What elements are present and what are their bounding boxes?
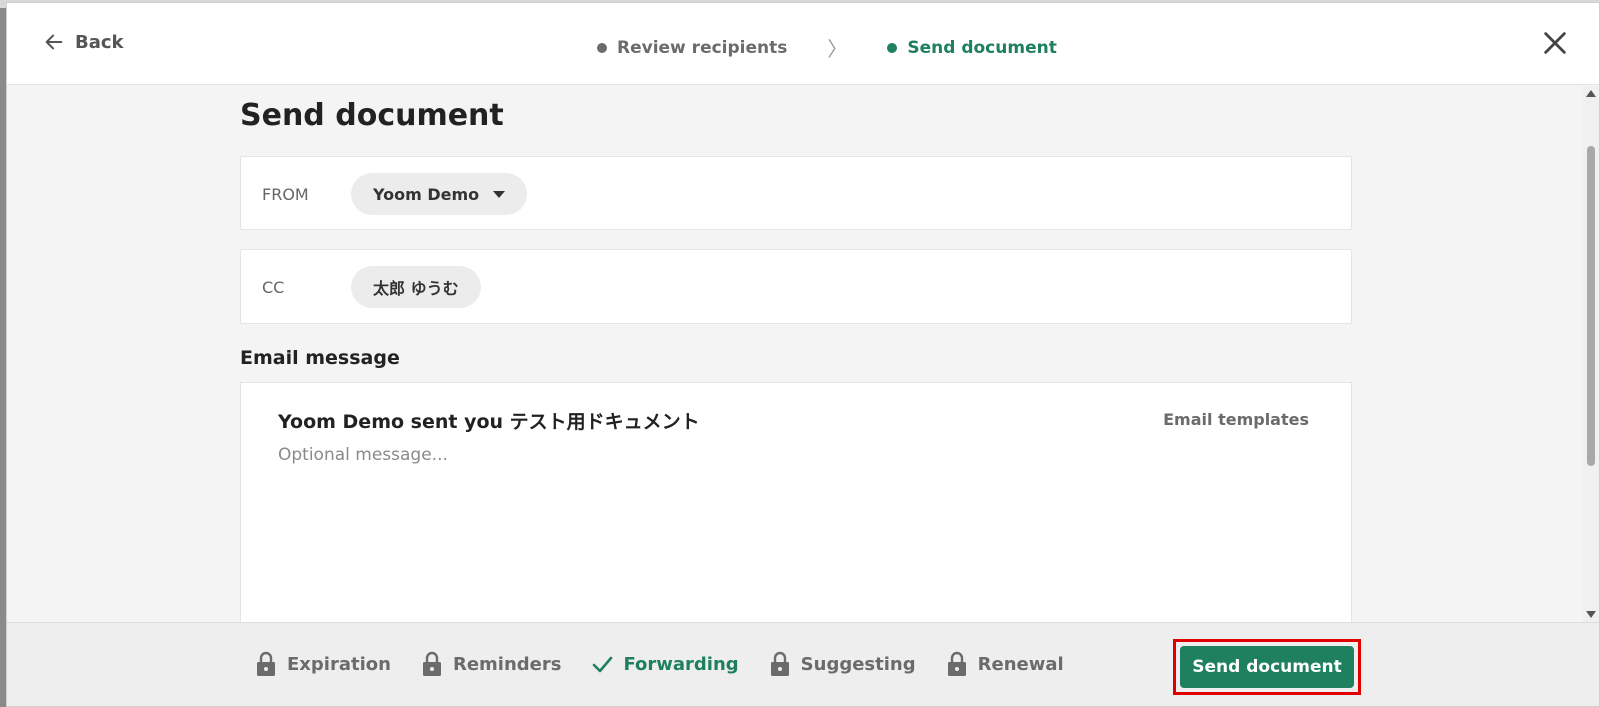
- cc-recipient-chip[interactable]: 太郎 ゆうむ: [351, 266, 481, 308]
- email-message-card: Yoom Demo sent you テスト用ドキュメント Email temp…: [240, 382, 1352, 642]
- cc-label: CC: [262, 278, 285, 297]
- option-reminders[interactable]: Reminders: [421, 651, 562, 677]
- email-templates-link[interactable]: Email templates: [1163, 410, 1309, 429]
- option-label: Reminders: [452, 653, 562, 675]
- step-label: Send document: [907, 37, 1057, 58]
- scroll-down-icon[interactable]: [1586, 611, 1596, 618]
- step-send-document[interactable]: Send document: [887, 37, 1057, 58]
- arrow-left-icon: [45, 34, 63, 50]
- option-label: Forwarding: [623, 653, 739, 675]
- option-renewal[interactable]: Renewal: [946, 651, 1064, 677]
- page-title: Send document: [240, 98, 504, 133]
- option-forwarding[interactable]: Forwarding: [591, 653, 739, 675]
- scroll-thumb[interactable]: [1587, 146, 1595, 466]
- lock-icon: [770, 651, 789, 676]
- email-subject: Yoom Demo sent you テスト用ドキュメント: [278, 411, 700, 433]
- send-button-highlight: Send document: [1173, 639, 1361, 695]
- step-dot-icon: [887, 42, 898, 53]
- option-label: Expiration: [287, 653, 391, 675]
- step-dot-icon: [597, 42, 607, 53]
- send-document-button[interactable]: Send document: [1180, 646, 1354, 688]
- cc-recipient-name: 太郎 ゆうむ: [373, 279, 459, 298]
- lock-icon: [257, 651, 275, 676]
- check-icon: [593, 656, 613, 673]
- close-icon[interactable]: [1541, 29, 1569, 57]
- from-label: FROM: [262, 185, 309, 204]
- document-options: Expiration Reminders Forwarding Suggesti…: [255, 651, 1064, 677]
- modal-header: Back Review recipients 〉 Send document: [7, 3, 1599, 85]
- step-review-recipients[interactable]: Review recipients: [597, 38, 787, 58]
- option-label: Suggesting: [800, 653, 916, 675]
- modal-content: Send document FROM Yoom Demo CC 太郎 ゆうむ E…: [7, 86, 1599, 642]
- option-expiration[interactable]: Expiration: [255, 651, 391, 677]
- chevron-right-icon: 〉: [827, 37, 848, 61]
- lock-icon: [947, 651, 966, 676]
- from-row: FROM Yoom Demo: [240, 156, 1352, 230]
- from-sender-value: Yoom Demo: [373, 184, 480, 204]
- scroll-up-icon[interactable]: [1586, 90, 1596, 97]
- vertical-scrollbar[interactable]: [1583, 86, 1599, 622]
- step-label: Review recipients: [617, 37, 788, 58]
- optional-message-input[interactable]: [278, 445, 1308, 465]
- back-label: Back: [75, 31, 124, 53]
- option-label: Renewal: [977, 653, 1064, 675]
- back-button[interactable]: Back: [43, 31, 124, 53]
- lock-icon: [422, 651, 441, 676]
- caret-down-icon: [493, 190, 506, 198]
- progress-steps: Review recipients 〉 Send document: [597, 33, 1057, 62]
- cc-row: CC 太郎 ゆうむ: [240, 249, 1352, 324]
- email-message-heading: Email message: [240, 347, 400, 369]
- modal-footer: Expiration Reminders Forwarding Suggesti…: [7, 622, 1599, 706]
- option-suggesting[interactable]: Suggesting: [769, 651, 916, 677]
- send-document-modal: Back Review recipients 〉 Send document S…: [6, 2, 1600, 707]
- from-sender-dropdown[interactable]: Yoom Demo: [351, 173, 528, 215]
